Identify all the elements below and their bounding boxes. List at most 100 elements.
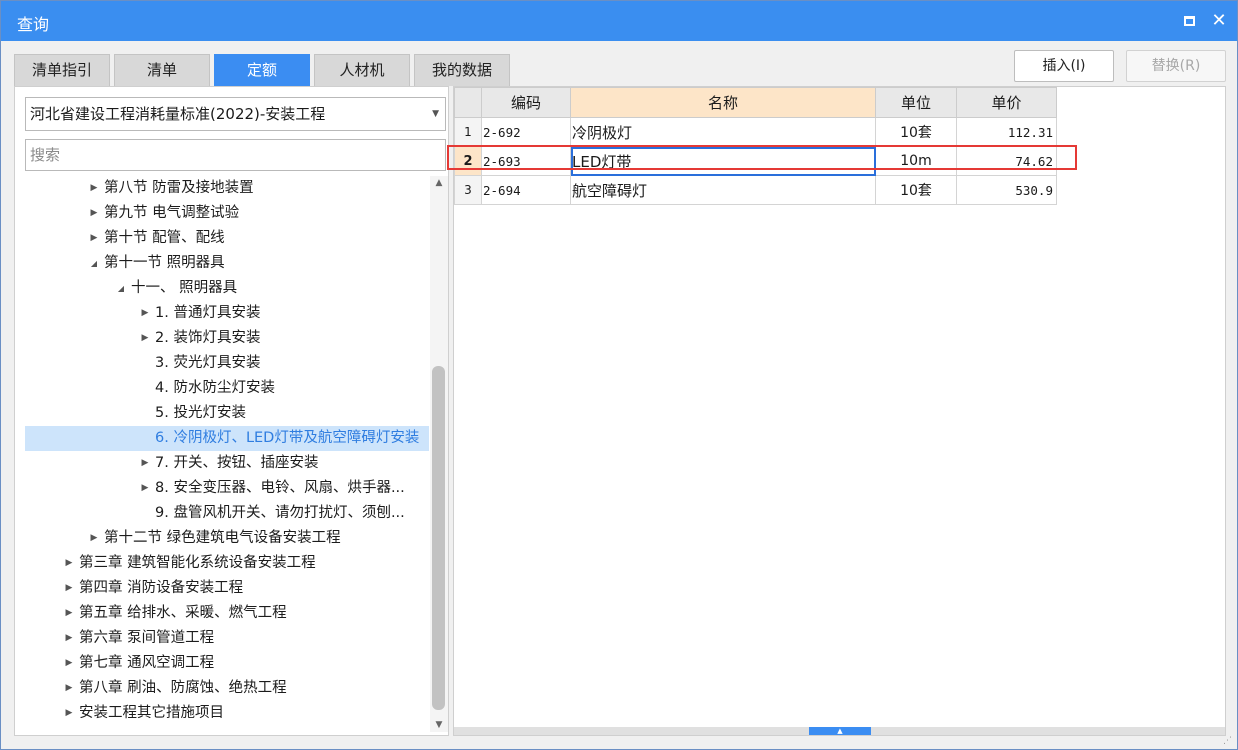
tree-vertical-scrollbar[interactable]: ▲ ▼ [430, 176, 448, 732]
tree-item[interactable]: 3. 荧光灯具安装 [25, 351, 429, 376]
tree-item[interactable]: 5. 投光灯安装 [25, 401, 429, 426]
collapsed-arrow-icon[interactable]: ▶ [63, 576, 75, 601]
tree-item-label: 十一、 照明器具 [131, 280, 238, 296]
cell-name-focused[interactable]: LED灯带 [570, 146, 876, 176]
collapsed-arrow-icon[interactable]: ▶ [63, 601, 75, 626]
tree-item[interactable]: ▶ 1. 普通灯具安装 [25, 301, 429, 326]
tree-item-label: 第六章 泵间管道工程 [79, 630, 215, 646]
cell-unit[interactable]: 10套 [875, 117, 957, 147]
tree-item[interactable]: ▶ 第六章 泵间管道工程 [25, 626, 429, 651]
collapsed-arrow-icon[interactable]: ▶ [63, 551, 75, 576]
tree-item[interactable]: ▶ 安装工程其它措施项目 [25, 701, 429, 726]
close-icon[interactable]: ✕ [1207, 9, 1231, 33]
tree-item-label: 9. 盘管风机开关、请勿打扰灯、须刨... [155, 505, 405, 521]
tree-item[interactable]: ▶ 第八章 刷油、防腐蚀、绝热工程 [25, 676, 429, 701]
splitter-handle[interactable]: ▲ [809, 727, 871, 735]
tab-bill[interactable]: 清单 [114, 54, 210, 86]
search-input[interactable] [25, 139, 446, 171]
collapsed-arrow-icon[interactable]: ▶ [88, 226, 100, 251]
row-number: 2 [454, 146, 482, 176]
scrollbar-thumb[interactable] [432, 366, 445, 710]
expanded-arrow-icon[interactable]: ◢ [88, 251, 100, 276]
resize-grip-icon[interactable]: ⋰ [1223, 736, 1233, 746]
cell-code[interactable]: 2-693 [481, 146, 571, 176]
tree-item-label: 3. 荧光灯具安装 [155, 355, 261, 371]
table-row-selected[interactable]: 2 2-693 LED灯带 10m 74.62 [454, 146, 1057, 176]
tree-item-label: 第十节 配管、配线 [104, 230, 225, 246]
cell-unit[interactable]: 10套 [875, 175, 957, 205]
tree-item[interactable]: ▶ 第九节 电气调整试验 [25, 201, 429, 226]
tree-item-label: 第五章 给排水、采暖、燃气工程 [79, 605, 287, 621]
tree-item[interactable]: ▶ 8. 安全变压器、电铃、风扇、烘手器... [25, 476, 429, 501]
title-bar: 查询 ✕ [1, 1, 1237, 41]
tree-item[interactable]: ◢ 第十一节 照明器具 [25, 251, 429, 276]
row-number-header [454, 87, 482, 118]
cell-code[interactable]: 2-692 [481, 117, 571, 147]
standard-dropdown[interactable]: 河北省建设工程消耗量标准(2022)-安装工程 ▼ [25, 97, 446, 131]
collapsed-arrow-icon[interactable]: ▶ [88, 201, 100, 226]
cell-price[interactable]: 112.31 [956, 117, 1057, 147]
tree-item-label: 4. 防水防尘灯安装 [155, 380, 275, 396]
collapsed-arrow-icon[interactable]: ▶ [88, 176, 100, 201]
tree-item[interactable]: ▶ 第三章 建筑智能化系统设备安装工程 [25, 551, 429, 576]
tree-item-label: 第八章 刷油、防腐蚀、绝热工程 [79, 680, 287, 696]
collapsed-arrow-icon[interactable]: ▶ [139, 301, 151, 326]
collapsed-arrow-icon[interactable]: ▶ [63, 701, 75, 726]
grid-horizontal-scrollbar[interactable]: ▲ [454, 727, 1225, 735]
tree-item[interactable]: ▶ 第十节 配管、配线 [25, 226, 429, 251]
replace-button[interactable]: 替换(R) [1126, 50, 1226, 82]
tree-item[interactable]: 9. 盘管风机开关、请勿打扰灯、须刨... [25, 501, 429, 526]
table-row[interactable]: 1 2-692 冷阴极灯 10套 112.31 [454, 117, 1057, 147]
cell-price[interactable]: 74.62 [956, 146, 1057, 176]
tree-item[interactable]: ▶ 第五章 给排水、采暖、燃气工程 [25, 601, 429, 626]
column-header-unit[interactable]: 单位 [875, 87, 957, 118]
tree-item-label: 第九节 电气调整试验 [104, 205, 240, 221]
tree-item[interactable]: ◢ 十一、 照明器具 [25, 276, 429, 301]
quota-grid-panel: 编码 名称 单位 单价 1 2-692 冷阴极灯 10套 112.31 2 2-… [453, 86, 1226, 736]
expanded-arrow-icon[interactable]: ◢ [115, 276, 127, 301]
tree-item-selected[interactable]: 6. 冷阴极灯、LED灯带及航空障碍灯安装 [25, 426, 429, 451]
tree-item-label: 第十一节 照明器具 [104, 255, 225, 271]
tree-item[interactable]: ▶ 第七章 通风空调工程 [25, 651, 429, 676]
collapsed-arrow-icon[interactable]: ▶ [63, 626, 75, 651]
table-row[interactable]: 3 2-694 航空障碍灯 10套 530.9 [454, 175, 1057, 205]
tree-item-label: 第十二节 绿色建筑电气设备安装工程 [104, 530, 341, 546]
tree-item-label: 安装工程其它措施项目 [79, 705, 224, 721]
collapsed-arrow-icon[interactable]: ▶ [139, 326, 151, 351]
tab-my-data[interactable]: 我的数据 [414, 54, 510, 86]
tree-item-label: 8. 安全变压器、电铃、风扇、烘手器... [155, 480, 405, 496]
collapsed-arrow-icon[interactable]: ▶ [88, 526, 100, 551]
tree-item-label: 6. 冷阴极灯、LED灯带及航空障碍灯安装 [155, 430, 420, 446]
insert-button[interactable]: 插入(I) [1014, 50, 1114, 82]
tab-bill-guide[interactable]: 清单指引 [14, 54, 110, 86]
cell-code[interactable]: 2-694 [481, 175, 571, 205]
restore-icon[interactable] [1177, 9, 1201, 33]
collapsed-arrow-icon[interactable]: ▶ [63, 651, 75, 676]
tree-item[interactable]: ▶ 第四章 消防设备安装工程 [25, 576, 429, 601]
column-header-name[interactable]: 名称 [570, 87, 876, 118]
tab-quota[interactable]: 定额 [214, 54, 310, 86]
collapsed-arrow-icon[interactable]: ▶ [63, 676, 75, 701]
tree-item[interactable]: 4. 防水防尘灯安装 [25, 376, 429, 401]
collapsed-arrow-icon[interactable]: ▶ [139, 451, 151, 476]
tree-item-label: 第三章 建筑智能化系统设备安装工程 [79, 555, 316, 571]
collapsed-arrow-icon[interactable]: ▶ [139, 476, 151, 501]
tab-labor-material-machine[interactable]: 人材机 [314, 54, 410, 86]
window-title: 查询 [17, 15, 50, 34]
tree-item[interactable]: ▶ 第八节 防雷及接地装置 [25, 176, 429, 201]
column-header-code[interactable]: 编码 [481, 87, 571, 118]
scroll-down-icon[interactable]: ▼ [430, 718, 448, 732]
tree-item[interactable]: ▶ 第十二节 绿色建筑电气设备安装工程 [25, 526, 429, 551]
tree-item[interactable]: ▶ 7. 开关、按钮、插座安装 [25, 451, 429, 476]
cell-name[interactable]: 冷阴极灯 [570, 117, 876, 147]
cell-unit[interactable]: 10m [875, 146, 957, 176]
cell-name[interactable]: 航空障碍灯 [570, 175, 876, 205]
column-header-price[interactable]: 单价 [956, 87, 1057, 118]
tree-item-label: 第四章 消防设备安装工程 [79, 580, 244, 596]
quota-table: 编码 名称 单位 单价 1 2-692 冷阴极灯 10套 112.31 2 2-… [454, 87, 1057, 205]
scroll-up-icon[interactable]: ▲ [430, 176, 448, 190]
cell-price[interactable]: 530.9 [956, 175, 1057, 205]
query-dialog: 查询 ✕ 清单指引 清单 定额 人材机 我的数据 插入(I) 替换(R) 河北省… [0, 0, 1238, 750]
tree-item[interactable]: ▶ 2. 装饰灯具安装 [25, 326, 429, 351]
tree-item-label: 第八节 防雷及接地装置 [104, 180, 254, 196]
